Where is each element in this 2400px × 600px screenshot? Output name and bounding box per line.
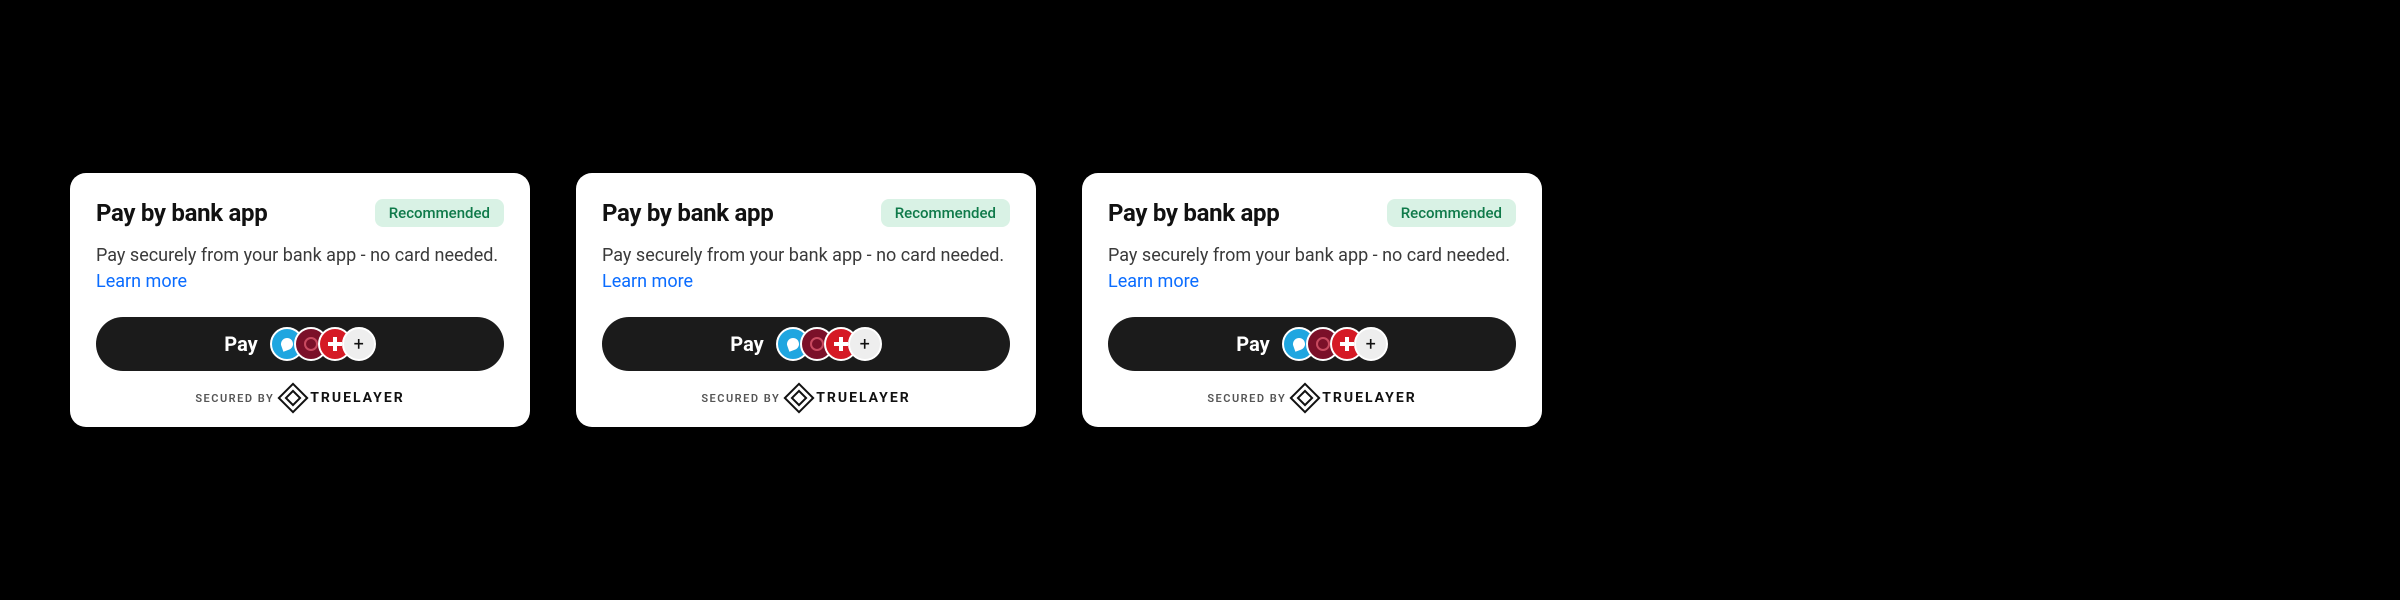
- secured-by-row: SECURED BY TRUELAYER: [96, 387, 504, 409]
- truelayer-mark-icon: [1290, 383, 1321, 414]
- payment-card: Pay by bank app Recommended Pay securely…: [576, 173, 1036, 427]
- truelayer-logo: TRUELAYER: [788, 387, 910, 409]
- truelayer-mark-icon: [784, 383, 815, 414]
- truelayer-logo: TRUELAYER: [1294, 387, 1416, 409]
- bank-icon-group: +: [270, 327, 376, 361]
- pay-button-label: Pay: [224, 332, 257, 356]
- description-text: Pay securely from your bank app - no car…: [1108, 245, 1510, 266]
- learn-more-link[interactable]: Learn more: [1108, 271, 1199, 292]
- card-description: Pay securely from your bank app - no car…: [96, 243, 504, 295]
- description-text: Pay securely from your bank app - no car…: [96, 245, 498, 266]
- truelayer-wordmark: TRUELAYER: [1322, 390, 1416, 406]
- more-banks-icon: +: [848, 327, 882, 361]
- truelayer-wordmark: TRUELAYER: [816, 390, 910, 406]
- learn-more-link[interactable]: Learn more: [602, 271, 693, 292]
- truelayer-logo: TRUELAYER: [282, 387, 404, 409]
- more-banks-icon: +: [1354, 327, 1388, 361]
- payment-card: Pay by bank app Recommended Pay securely…: [70, 173, 530, 427]
- card-title: Pay by bank app: [1108, 199, 1279, 227]
- card-description: Pay securely from your bank app - no car…: [602, 243, 1010, 295]
- bank-icon-group: +: [776, 327, 882, 361]
- more-banks-icon: +: [342, 327, 376, 361]
- card-header: Pay by bank app Recommended: [96, 199, 504, 227]
- pay-button-label: Pay: [730, 332, 763, 356]
- payment-card: Pay by bank app Recommended Pay securely…: [1082, 173, 1542, 427]
- recommended-badge: Recommended: [881, 199, 1010, 227]
- card-header: Pay by bank app Recommended: [1108, 199, 1516, 227]
- secured-by-row: SECURED BY TRUELAYER: [602, 387, 1010, 409]
- secured-by-row: SECURED BY TRUELAYER: [1108, 387, 1516, 409]
- recommended-badge: Recommended: [1387, 199, 1516, 227]
- truelayer-wordmark: TRUELAYER: [310, 390, 404, 406]
- pay-button[interactable]: Pay +: [602, 317, 1010, 371]
- secured-by-label: SECURED BY: [701, 392, 780, 405]
- pay-button-label: Pay: [1236, 332, 1269, 356]
- card-header: Pay by bank app Recommended: [602, 199, 1010, 227]
- bank-icon-group: +: [1282, 327, 1388, 361]
- description-text: Pay securely from your bank app - no car…: [602, 245, 1004, 266]
- card-description: Pay securely from your bank app - no car…: [1108, 243, 1516, 295]
- recommended-badge: Recommended: [375, 199, 504, 227]
- learn-more-link[interactable]: Learn more: [96, 271, 187, 292]
- pay-button[interactable]: Pay +: [96, 317, 504, 371]
- card-title: Pay by bank app: [96, 199, 267, 227]
- secured-by-label: SECURED BY: [1207, 392, 1286, 405]
- secured-by-label: SECURED BY: [195, 392, 274, 405]
- pay-button[interactable]: Pay +: [1108, 317, 1516, 371]
- truelayer-mark-icon: [278, 383, 309, 414]
- card-title: Pay by bank app: [602, 199, 773, 227]
